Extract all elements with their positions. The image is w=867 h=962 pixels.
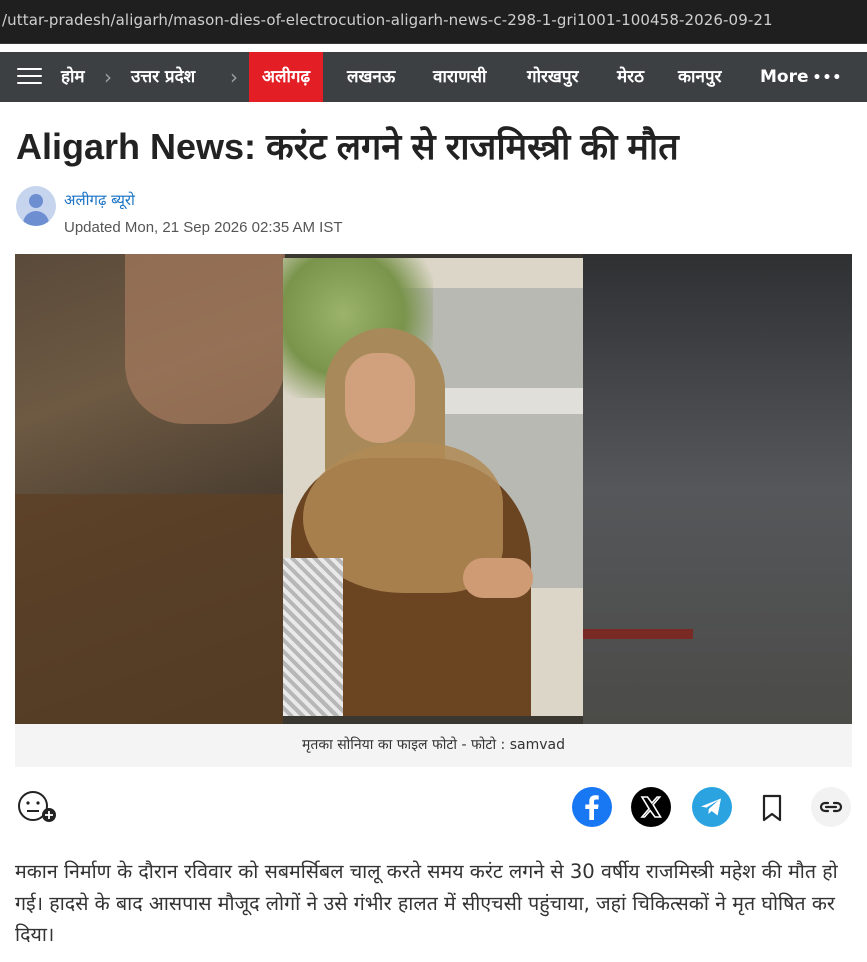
- nav-meerut[interactable]: मेरठ: [617, 52, 644, 102]
- nav-more-button[interactable]: More •••: [760, 52, 842, 102]
- nav-gorakhpur[interactable]: गोरखपुर: [527, 52, 578, 102]
- breadcrumb-separator: ›: [230, 65, 238, 89]
- updated-timestamp: Updated Mon, 21 Sep 2026 02:35 AM IST: [64, 219, 343, 236]
- add-reaction-icon[interactable]: [16, 790, 58, 824]
- image-blur-right: [583, 254, 852, 724]
- top-navigation: होम › उत्तर प्रदेश › अलीगढ़ लखनऊ वाराणसी…: [0, 52, 867, 102]
- nav-varanasi[interactable]: वाराणसी: [433, 52, 486, 102]
- nav-lucknow[interactable]: लखनऊ: [347, 52, 395, 102]
- facebook-icon[interactable]: [572, 787, 612, 827]
- author-link[interactable]: अलीगढ़ ब्यूरो: [64, 190, 135, 210]
- more-dots-icon: •••: [812, 70, 843, 86]
- nav-home[interactable]: होम: [61, 52, 85, 102]
- victim-photo: [283, 258, 583, 716]
- nav-aligarh-active[interactable]: अलीगढ़: [249, 52, 324, 102]
- x-icon[interactable]: [631, 787, 671, 827]
- browser-address-bar[interactable]: /uttar-pradesh/aligarh/mason-dies-of-ele…: [0, 0, 867, 44]
- nav-kanpur[interactable]: कानपुर: [678, 52, 722, 102]
- more-label: More: [760, 67, 809, 87]
- nav-uttar-pradesh[interactable]: उत्तर प्रदेश: [131, 52, 195, 102]
- article-body: मकान निर्माण के दौरान रविवार को सबमर्सिब…: [15, 860, 838, 946]
- breadcrumb-separator: ›: [104, 65, 112, 89]
- telegram-icon[interactable]: [692, 787, 732, 827]
- link-icon[interactable]: [811, 787, 851, 827]
- image-blur-left: [15, 254, 285, 724]
- article-image: [15, 254, 852, 724]
- url-text[interactable]: /uttar-pradesh/aligarh/mason-dies-of-ele…: [2, 11, 773, 29]
- author-avatar-icon: [16, 186, 56, 226]
- hamburger-menu-icon[interactable]: [17, 68, 42, 86]
- bookmark-icon[interactable]: [752, 788, 792, 828]
- image-caption: मृतका सोनिया का फाइल फोटो - फोटो : samva…: [15, 724, 852, 767]
- article-headline: Aligarh News: करंट लगने से राजमिस्त्री क…: [16, 126, 679, 167]
